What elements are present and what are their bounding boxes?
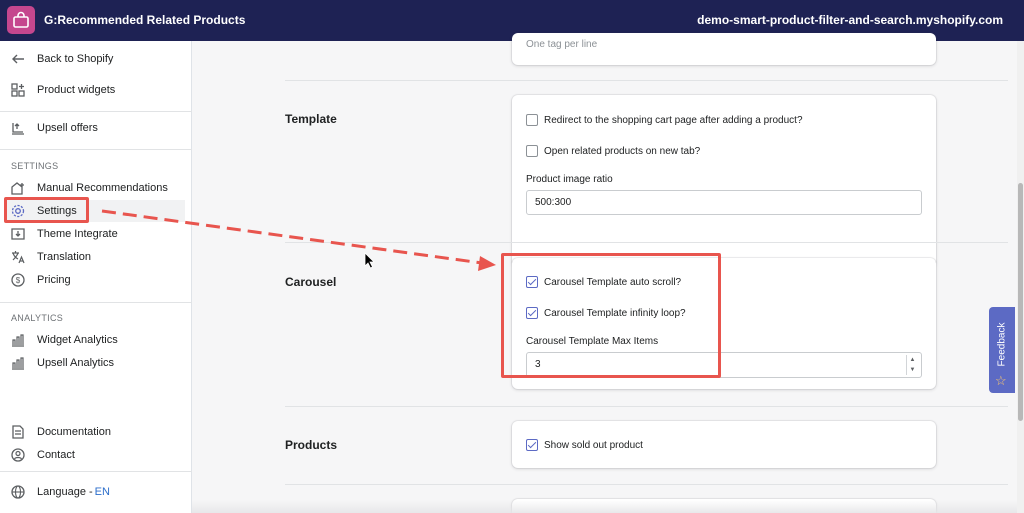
analytics-heading: ANALYTICS (11, 313, 64, 323)
section-divider (285, 80, 1008, 81)
nav-label: Widget Analytics (37, 334, 118, 346)
scroll-thumb[interactable] (1018, 183, 1023, 421)
bar-chart-icon (10, 332, 26, 348)
template-section-title: Template (285, 112, 337, 126)
divider (0, 111, 192, 112)
app-logo (7, 6, 35, 34)
settings-highlight-box (4, 197, 89, 223)
redirect-to-cart-checkbox[interactable]: Redirect to the shopping cart page after… (526, 114, 803, 126)
show-sold-out-checkbox[interactable]: Show sold out product (526, 439, 643, 451)
person-icon (10, 447, 26, 463)
nav-manual-recommendations[interactable]: Manual Recommendations (10, 178, 168, 198)
translate-icon (10, 249, 26, 265)
nav-widget-analytics[interactable]: Widget Analytics (10, 330, 118, 350)
carousel-section-title: Carousel (285, 275, 337, 289)
divider (0, 471, 192, 472)
download-box-icon (10, 226, 26, 242)
star-icon: ☆ (995, 373, 1007, 388)
app-title: G:Recommended Related Products (44, 13, 246, 27)
feedback-label: Feedback (996, 322, 1008, 367)
nav-documentation[interactable]: Documentation (10, 422, 111, 442)
tags-card: One tag per line (512, 33, 936, 65)
nav-theme-integrate[interactable]: Theme Integrate (10, 224, 118, 244)
language-label: Language - (37, 486, 93, 498)
nav-upsell-offers[interactable]: Upsell offers (10, 118, 98, 138)
checkbox[interactable] (526, 145, 538, 157)
home-plus-icon (10, 180, 26, 196)
nav-label: Upsell Analytics (37, 357, 115, 369)
document-icon (10, 424, 26, 440)
nav-contact[interactable]: Contact (10, 445, 75, 465)
stepper-down-icon[interactable]: ▼ (907, 365, 918, 375)
checkbox-label: Show sold out product (544, 439, 643, 451)
nav-translation[interactable]: Translation (10, 247, 91, 267)
shopping-bag-icon (13, 11, 29, 28)
upsell-icon (10, 120, 26, 136)
section-divider (285, 242, 1008, 243)
language-code[interactable]: EN (95, 486, 110, 498)
section-divider (285, 484, 1008, 485)
nav-label: Contact (37, 449, 75, 461)
nav-pricing[interactable]: $ Pricing (10, 270, 71, 290)
sidebar: Back to Shopify Product widgets Upsell o… (0, 41, 192, 513)
tags-hint: One tag per line (526, 39, 598, 50)
checkbox[interactable] (526, 114, 538, 126)
nav-label: Theme Integrate (37, 228, 118, 240)
checkbox-label: Redirect to the shopping cart page after… (544, 114, 803, 126)
page-scrollbar[interactable] (1017, 41, 1024, 513)
dollar-icon: $ (10, 272, 26, 288)
products-card: Show sold out product (512, 421, 936, 468)
nav-upsell-analytics[interactable]: Upsell Analytics (10, 353, 114, 373)
nav-back-to-shopify[interactable]: Back to Shopify (10, 49, 113, 69)
settings-heading: SETTINGS (11, 161, 59, 171)
svg-text:$: $ (16, 276, 21, 285)
bar-chart-icon (10, 355, 26, 371)
store-domain[interactable]: demo-smart-product-filter-and-search.mys… (697, 13, 1003, 27)
nav-label: Back to Shopify (37, 53, 114, 65)
stepper-up-icon[interactable]: ▲ (907, 355, 918, 365)
bottom-shadow (192, 500, 1017, 513)
nav-label: Product widgets (37, 84, 116, 96)
feedback-tab[interactable]: Feedback ☆ (989, 307, 1015, 393)
image-ratio-label: Product image ratio (526, 174, 613, 185)
nav-label: Upsell offers (37, 122, 98, 134)
nav-label: Translation (37, 251, 92, 263)
nav-label: Manual Recommendations (37, 182, 168, 194)
globe-icon (10, 484, 26, 500)
nav-label: Pricing (37, 274, 71, 286)
carousel-highlight-box (501, 253, 721, 378)
widgets-icon (10, 82, 26, 98)
nav-label: Documentation (37, 426, 111, 438)
checkbox-label: Open related products on new tab? (544, 145, 701, 157)
image-ratio-input[interactable]: 500:300 (526, 190, 922, 215)
open-new-tab-checkbox[interactable]: Open related products on new tab? (526, 145, 700, 157)
products-section-title: Products (285, 438, 338, 452)
nav-product-widgets[interactable]: Product widgets (10, 80, 115, 100)
template-card: Redirect to the shopping cart page after… (512, 95, 936, 266)
settings-content: One tag per line Template Redirect to th… (192, 33, 1017, 513)
section-divider (285, 406, 1008, 407)
nav-language[interactable]: Language - EN (10, 482, 110, 502)
number-stepper[interactable]: ▲ ▼ (906, 355, 918, 375)
divider (0, 149, 192, 150)
divider (0, 302, 192, 303)
arrow-left-icon (10, 51, 26, 67)
checkbox-checked[interactable] (526, 439, 538, 451)
